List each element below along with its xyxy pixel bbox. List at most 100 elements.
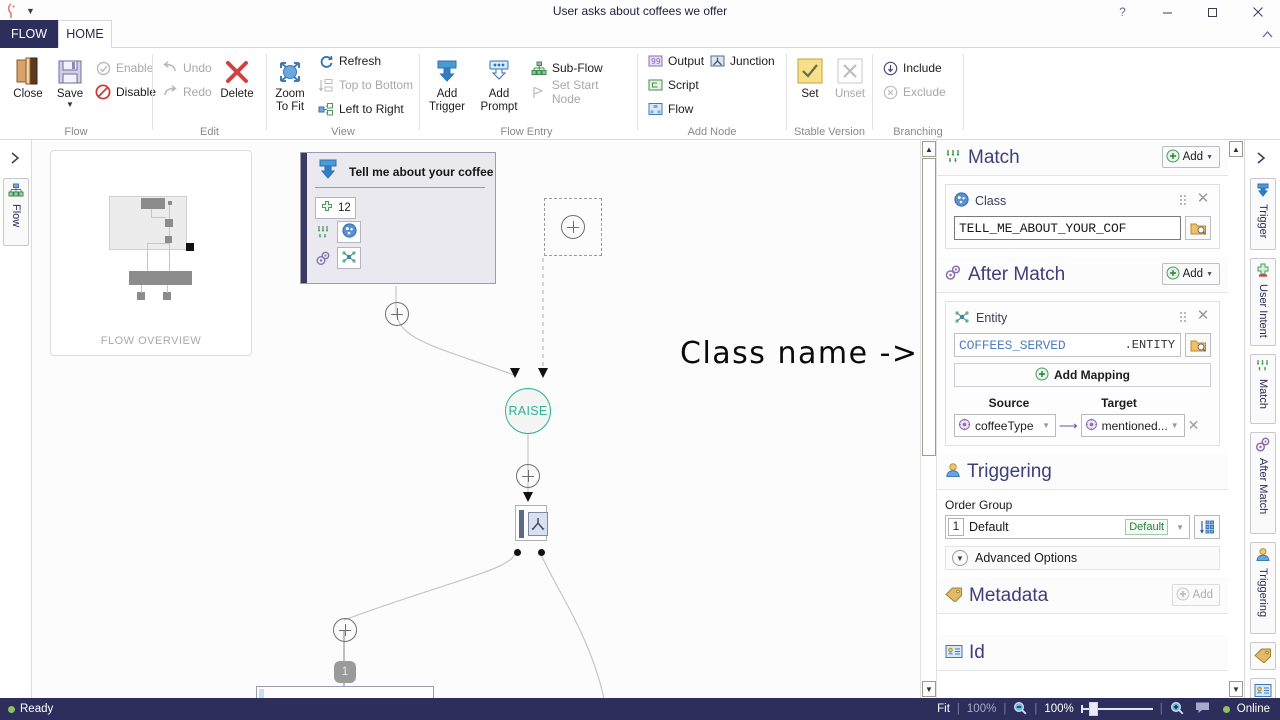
sidebar-item-flow[interactable]: Flow — [3, 178, 29, 246]
scroll-up-button[interactable]: ▲ — [922, 141, 936, 157]
sidebar-item-after-match[interactable]: After Match — [1250, 432, 1276, 534]
flow-node-partial[interactable] — [256, 686, 434, 698]
canvas-vertical-scrollbar[interactable]: ▲ ▼ — [920, 140, 936, 698]
tab-home[interactable]: HOME — [58, 20, 112, 48]
order-group-select[interactable]: 1 Default Default ▼ — [945, 515, 1190, 539]
add-after-match-button[interactable]: Add ▼ — [1161, 263, 1220, 285]
browse-entity-button[interactable] — [1185, 333, 1211, 357]
redo-button[interactable]: Redo — [159, 82, 215, 102]
mapping-source-select[interactable]: coffeeType ▼ — [954, 414, 1056, 437]
metadata-empty-area — [937, 614, 1228, 635]
comment-button[interactable] — [1191, 701, 1210, 717]
refresh-button[interactable]: Refresh — [315, 51, 384, 71]
undo-button[interactable]: Undo — [159, 58, 215, 78]
left-to-right-button[interactable]: Left to Right — [315, 99, 407, 119]
sidebar-item-trigger[interactable]: Trigger — [1250, 178, 1276, 250]
node-class-chip[interactable] — [337, 221, 361, 243]
unset-stable-version-button[interactable]: Unset — [829, 52, 871, 101]
add-metadata-button[interactable]: Add — [1171, 584, 1220, 606]
match-icon — [1255, 359, 1271, 376]
mapping-headers: Source Target — [954, 396, 1211, 410]
properties-panel: Match Add ▼ Class ✕ TELL_ME_ABOUT_YOUR_C… — [936, 140, 1228, 698]
mapping-target-select[interactable]: mentioned... ▼ — [1080, 414, 1185, 437]
add-node-on-edge-button[interactable] — [333, 618, 357, 642]
flow-node-junction[interactable] — [515, 505, 548, 541]
set-stable-version-button[interactable]: Set — [791, 52, 829, 101]
chevron-down-icon: ▼ — [1206, 270, 1213, 278]
after-match-icon — [945, 265, 962, 284]
zoom-slider[interactable] — [1080, 702, 1153, 716]
sidebar-item-match[interactable]: Match — [1250, 354, 1276, 424]
add-node-placeholder[interactable] — [544, 198, 602, 256]
remove-mapping-button[interactable]: ✕ — [1188, 417, 1200, 434]
add-mapping-button[interactable]: Add Mapping — [954, 363, 1211, 387]
delete-button[interactable]: Delete — [213, 52, 261, 101]
collapse-right-panel-button[interactable] — [1256, 152, 1267, 167]
entity-value-input[interactable]: COFFEES_SERVED — [954, 333, 1120, 357]
add-script-node-button[interactable]: Script — [644, 75, 702, 95]
sub-flow-button[interactable]: Sub-Flow — [528, 58, 606, 78]
add-node-on-edge-button[interactable] — [516, 464, 540, 488]
include-icon — [882, 60, 898, 76]
drag-grip-icon[interactable] — [1180, 195, 1189, 206]
remove-entity-button[interactable]: ✕ — [1195, 308, 1211, 325]
remove-class-button[interactable]: ✕ — [1195, 191, 1211, 208]
scroll-thumb[interactable] — [1229, 158, 1243, 678]
minimap-node — [163, 292, 171, 300]
zoom-in-button[interactable] — [1170, 701, 1184, 718]
ribbon-group-view: Zoom To Fit Refresh Top to Bottom Left to… — [267, 48, 419, 140]
collapse-ribbon-button[interactable] — [1261, 30, 1274, 42]
add-flow-node-button[interactable]: Flow — [644, 99, 696, 119]
scroll-down-button[interactable]: ▼ — [922, 681, 936, 697]
disable-button[interactable]: Disable — [92, 82, 159, 102]
top-to-bottom-button[interactable]: Top to Bottom — [315, 75, 416, 95]
status-separator: | — [1003, 703, 1007, 715]
close-button-ribbon[interactable]: Close — [6, 52, 50, 101]
browse-class-button[interactable] — [1185, 216, 1211, 240]
sidebar-item-triggering[interactable]: Triggering — [1250, 542, 1276, 634]
order-group-sort-button[interactable] — [1194, 515, 1220, 539]
panel-vertical-scrollbar[interactable]: ▲ ▼ — [1228, 140, 1244, 698]
zoom-slider-thumb[interactable] — [1088, 702, 1098, 716]
junction-output-port[interactable] — [538, 549, 545, 556]
sidebar-item-metadata[interactable] — [1250, 642, 1276, 670]
class-value-input[interactable]: TELL_ME_ABOUT_YOUR_COF — [954, 216, 1181, 240]
status-left: Ready — [0, 703, 53, 715]
node-intent-count-chip[interactable]: 12 — [315, 197, 356, 219]
minimap-node — [141, 198, 165, 209]
add-output-node-button[interactable]: 99 Output — [644, 51, 707, 71]
zoom-out-button[interactable] — [1013, 701, 1027, 718]
add-prompt-button[interactable]: Add Prompt — [476, 52, 522, 114]
flow-canvas[interactable]: FLOW OVERVIEW Tell me about your coffee … — [32, 140, 920, 698]
add-node-on-edge-button[interactable] — [385, 302, 409, 326]
save-button-ribbon[interactable]: Save ▼ — [48, 52, 92, 109]
zoom-to-fit-button[interactable]: Zoom To Fit — [269, 52, 311, 114]
drag-grip-icon[interactable] — [1180, 312, 1189, 323]
minimap-node — [152, 271, 192, 285]
node-entity-chip[interactable] — [337, 247, 361, 269]
scroll-up-button[interactable]: ▲ — [1229, 141, 1243, 157]
ribbon-group-branching: Include Exclude Branching — [873, 48, 963, 140]
flow-node-raise[interactable]: RAISE — [505, 388, 551, 434]
save-dropdown-icon[interactable]: ▼ — [48, 101, 92, 109]
expand-left-panel-button[interactable] — [10, 152, 21, 167]
ribbon-tab-strip: FLOW HOME — [0, 20, 1280, 48]
sidebar-item-user-intent[interactable]: User Intent — [1250, 258, 1276, 346]
add-junction-node-button[interactable]: Junction — [706, 51, 778, 71]
exclude-button[interactable]: Exclude — [879, 82, 949, 102]
scroll-thumb[interactable] — [922, 158, 936, 456]
add-trigger-button[interactable]: Add Trigger — [424, 52, 470, 114]
include-button[interactable]: Include — [879, 58, 945, 78]
flow-overview-minimap[interactable]: FLOW OVERVIEW — [50, 150, 252, 356]
ribbon-group-flow: Close Save ▼ Enable Disable Flow — [0, 48, 156, 140]
flow-node-trigger[interactable]: Tell me about your coffee 12 — [300, 152, 496, 284]
enable-button[interactable]: Enable — [92, 58, 156, 78]
fit-button[interactable]: Fit — [937, 703, 950, 715]
tab-flow[interactable]: FLOW — [0, 20, 58, 48]
flow-label: Flow — [668, 102, 694, 116]
scroll-down-button[interactable]: ▼ — [1229, 681, 1243, 697]
junction-output-port[interactable] — [514, 549, 521, 556]
set-start-node-button[interactable]: Set Start Node — [528, 78, 633, 106]
advanced-options-toggle[interactable]: ▼ Advanced Options — [945, 546, 1220, 570]
add-match-button[interactable]: Add ▼ — [1161, 146, 1220, 168]
